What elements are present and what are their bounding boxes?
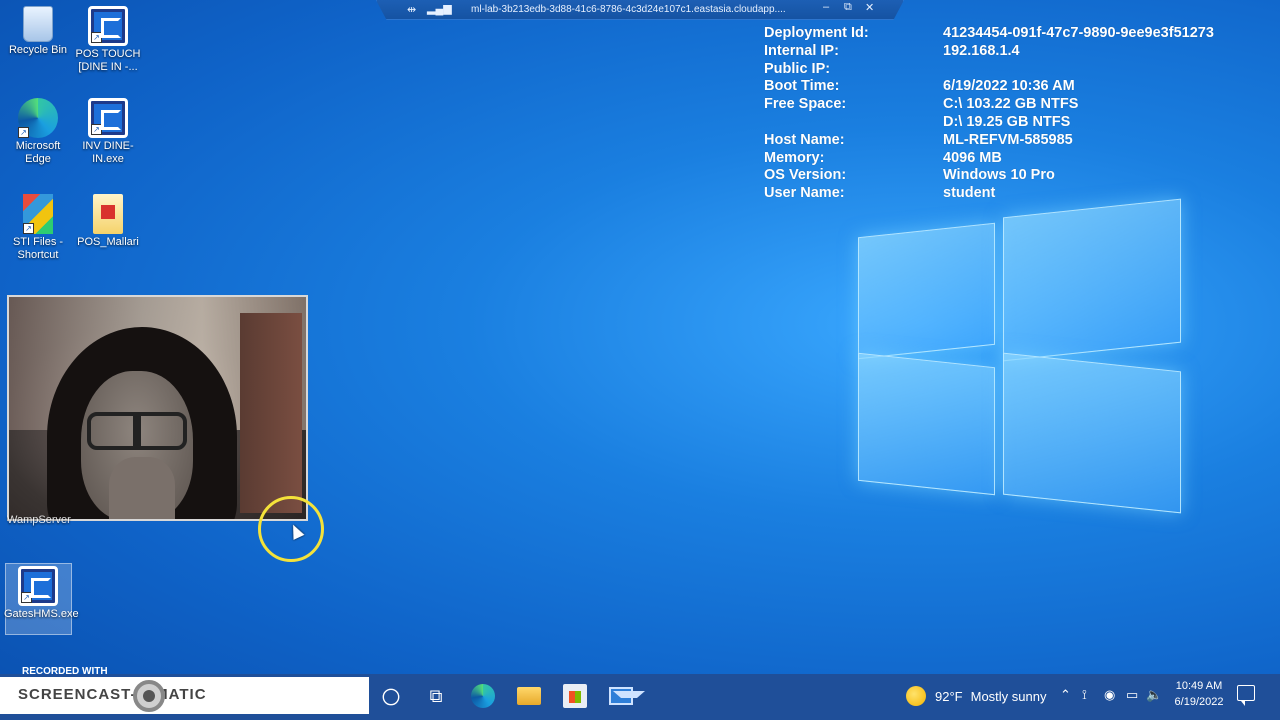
desktop-icon-label: POS TOUCH [DINE IN -... <box>75 48 141 73</box>
info-key <box>764 114 943 132</box>
info-row: Public IP: <box>764 61 1214 79</box>
desktop-icon-label: Microsoft Edge <box>15 140 61 165</box>
info-value: ML-REFVM-585985 <box>943 131 1073 148</box>
cortana-icon[interactable] <box>382 688 400 706</box>
desktop-icon-pos-touch[interactable]: ↗ POS TOUCH [DINE IN -... <box>74 6 142 74</box>
logo-pane <box>1003 352 1181 514</box>
shortcut-arrow-icon: ↗ <box>21 592 32 603</box>
gates-app-icon: ↗ <box>88 98 128 138</box>
network-status-icon[interactable]: ⟟ <box>1082 685 1087 705</box>
chevron-up-icon[interactable]: ⌃ <box>1060 685 1071 705</box>
taskbar-search-box[interactable]: SCREENCAST-O-MATIC <box>0 677 369 714</box>
webcam-overlay <box>7 295 308 521</box>
task-view-icon[interactable]: ⧉ <box>424 684 448 708</box>
shortcut-arrow-icon: ↗ <box>91 124 102 135</box>
webcam-door <box>240 313 302 513</box>
info-key: Boot Time: <box>764 78 840 95</box>
edge-icon[interactable] <box>471 684 495 708</box>
desktop-icon-edge[interactable]: ↗ Microsoft Edge <box>4 98 72 166</box>
info-row: Memory: 4096 MB <box>764 150 1214 168</box>
info-value: D:\ 19.25 GB NTFS <box>943 113 1071 130</box>
recycle-bin-icon <box>23 6 53 42</box>
screencast-watermark: SCREENCAST-O-MATIC <box>18 686 207 703</box>
sun-icon <box>906 686 926 706</box>
gates-app-icon: ↗ <box>18 566 58 606</box>
system-info-panel: Deployment Id: 41234454-091f-47c7-9890-9e… <box>764 25 1214 203</box>
remote-session-title: ml-lab-3b213edb-3d88-41c6-8786-4c3d24e10… <box>471 4 786 15</box>
info-value: 6/19/2022 10:36 AM <box>943 78 1075 95</box>
notification-icon[interactable] <box>1237 685 1255 706</box>
recorded-with-label: RECORDED WITH <box>22 666 108 677</box>
info-key: Memory: <box>764 149 825 166</box>
info-value: 41234454-091f-47c7-9890-9ee9e3f51273 <box>943 25 1214 41</box>
windows-logo-wallpaper <box>858 190 1182 522</box>
info-row: Host Name: ML-REFVM-585985 <box>764 132 1214 150</box>
webcam-person-hand <box>109 457 175 519</box>
clock-time: 10:49 AM <box>1175 680 1223 692</box>
mail-icon[interactable] <box>609 687 645 705</box>
desktop-icon-label: Recycle Bin <box>8 44 68 56</box>
info-row: Free Space: C:\ 103.22 GB NTFS <box>764 96 1214 114</box>
info-row: OS Version: Windows 10 Pro <box>764 167 1214 185</box>
info-key: Host Name: <box>764 131 845 148</box>
desktop-icon-sti-files[interactable]: ↗ STI Files - Shortcut <box>4 194 72 262</box>
webcam-person-glasses <box>87 412 187 450</box>
desktop-icon-recycle-bin[interactable]: Recycle Bin <box>4 6 72 57</box>
battery-icon[interactable]: ▭ <box>1126 685 1138 705</box>
clock-date: 6/19/2022 <box>1174 696 1224 708</box>
weather-desc: Mostly sunny <box>970 688 1047 704</box>
restore-icon[interactable]: ⧉ <box>844 1 852 14</box>
shortcut-arrow-icon: ↗ <box>91 32 102 43</box>
screencast-record-icon <box>133 680 165 712</box>
store-icon[interactable] <box>563 684 587 708</box>
logo-pane <box>858 352 995 496</box>
connection-signal-icon[interactable]: ▂▄▆ <box>427 2 452 15</box>
desktop-icon-label: GatesHMS.exe <box>4 608 79 620</box>
folder-icon <box>93 194 123 234</box>
info-value: 4096 MB <box>943 149 1002 166</box>
logo-pane <box>1003 198 1181 362</box>
taskbar-clock[interactable]: 10:49 AM 6/19/2022 <box>1168 678 1230 710</box>
close-icon[interactable]: ✕ <box>865 1 874 14</box>
info-row: Boot Time: 6/19/2022 10:36 AM <box>764 78 1214 96</box>
gates-app-icon: ↗ <box>88 6 128 46</box>
shortcut-arrow-icon: ↗ <box>18 127 29 138</box>
info-row: Internal IP: 192.168.1.4 <box>764 43 1214 61</box>
desktop-icon-pos-mallari[interactable]: POS_Mallari <box>74 194 142 249</box>
remote-desktop-bar[interactable]: ⇹ ▂▄▆ ml-lab-3b213edb-3d88-41c6-8786-4c3… <box>376 0 904 20</box>
info-value: 192.168.1.4 <box>943 42 1020 59</box>
shortcut-arrow-icon: ↗ <box>23 223 34 234</box>
desktop-icon-inv-dine-in[interactable]: ↗ INV DINE-IN.exe <box>74 98 142 166</box>
weather-widget[interactable]: 92°F Mostly sunny <box>906 684 1046 708</box>
desktop-icon-gateshms[interactable]: ↗ GatesHMS.exe <box>4 566 79 621</box>
info-key: Deployment Id: <box>764 25 869 41</box>
volume-icon[interactable]: 🔈 <box>1146 685 1162 705</box>
info-key: OS Version: <box>764 167 847 184</box>
desktop-icon-label: INV DINE-IN.exe <box>82 140 134 165</box>
info-value: Windows 10 Pro <box>943 167 1055 184</box>
meet-now-icon[interactable]: ◉ <box>1104 685 1115 705</box>
sti-files-icon: ↗ <box>23 194 53 234</box>
info-key: Free Space: <box>764 96 847 113</box>
info-row: Deployment Id: 41234454-091f-47c7-9890-9e… <box>764 25 1214 43</box>
info-key: Internal IP: <box>764 42 839 59</box>
minimize-icon[interactable]: – <box>823 1 829 13</box>
desktop-icon-label: POS_Mallari <box>77 236 139 248</box>
info-row: D:\ 19.25 GB NTFS <box>764 114 1214 132</box>
info-value: C:\ 103.22 GB NTFS <box>943 96 1079 113</box>
info-key: Public IP: <box>764 60 831 77</box>
desktop-icon-label: STI Files - Shortcut <box>12 236 64 261</box>
desktop-icon-wampserver-label[interactable]: WampServer <box>7 514 71 526</box>
pin-icon[interactable]: ⇹ <box>407 3 416 16</box>
file-explorer-icon[interactable] <box>517 687 541 705</box>
weather-temp: 92°F <box>935 688 963 704</box>
edge-icon: ↗ <box>18 98 58 138</box>
logo-pane <box>858 222 995 360</box>
